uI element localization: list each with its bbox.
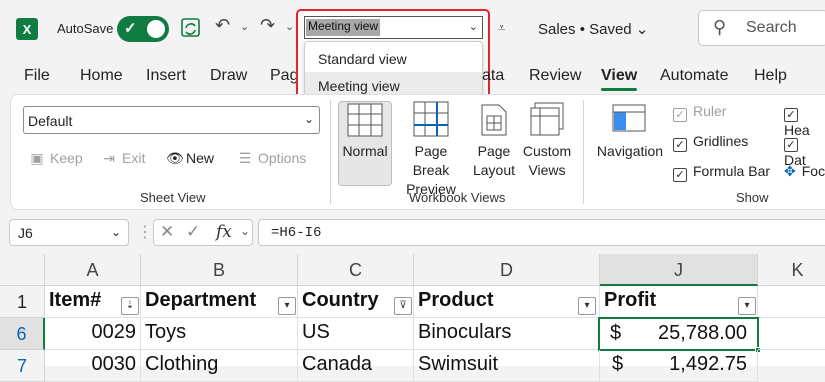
tab-home[interactable]: Home xyxy=(80,67,123,85)
tab-draw[interactable]: Draw xyxy=(210,67,247,85)
row-header-6[interactable]: 6 xyxy=(0,318,45,350)
normal-view-icon xyxy=(347,103,383,142)
search-icon: ⚲ xyxy=(713,17,727,37)
exit-button[interactable]: ⇥ Exit xyxy=(100,150,145,167)
more-options-icon[interactable]: ⋮ xyxy=(137,222,153,242)
column-header-b[interactable]: B xyxy=(141,254,298,286)
table-cell[interactable] xyxy=(758,318,825,350)
group-label-workbook-views: Workbook Views xyxy=(409,190,506,205)
navigation-pane-icon xyxy=(612,104,646,137)
undo-dropdown-icon[interactable]: ⌄ xyxy=(240,20,249,33)
sort-filter-icon[interactable]: ⇣ xyxy=(121,297,139,315)
redo-icon[interactable]: ↷ xyxy=(260,15,275,36)
cancel-icon[interactable]: ✕ xyxy=(160,222,174,242)
insert-function-icon[interactable]: fx xyxy=(216,222,232,242)
column-header-c[interactable]: C xyxy=(298,254,414,286)
navigation-button[interactable]: Navigation xyxy=(594,142,666,161)
chevron-down-icon: ⌄ xyxy=(468,21,478,33)
excel-logo-icon: X xyxy=(16,18,38,40)
normal-label: Normal xyxy=(342,143,388,159)
filter-dropdown-icon[interactable]: ▾ xyxy=(578,297,596,315)
column-header-d[interactable]: D xyxy=(414,254,600,286)
row-header-1[interactable]: 1 xyxy=(0,286,45,318)
formula-bar-checkbox[interactable]: ✓ Formula Bar xyxy=(673,163,770,182)
group-label-show: Show xyxy=(736,190,769,205)
page-layout-icon xyxy=(481,104,507,141)
table-header-cell[interactable]: Product xyxy=(414,286,600,318)
filter-dropdown-icon[interactable]: ▾ xyxy=(278,297,296,315)
row-header-7[interactable]: 7 xyxy=(0,350,45,382)
tab-view[interactable]: View xyxy=(601,67,637,85)
focus-cell-icon: ✥ xyxy=(784,163,796,179)
focus-cell-button[interactable]: ✥ Foc xyxy=(784,163,825,180)
table-cell[interactable]: Swimsuit xyxy=(414,350,600,382)
table-cell[interactable]: 0030 xyxy=(45,350,141,382)
column-header-j[interactable]: J xyxy=(600,254,758,286)
customize-toolbar-icon[interactable]: ⩡ xyxy=(498,20,505,36)
option-standard-view[interactable]: Standard view xyxy=(305,45,482,73)
table-header-cell[interactable]: Department xyxy=(141,286,298,318)
tab-review[interactable]: Review xyxy=(529,67,581,85)
view-select[interactable]: Meeting view ⌄ xyxy=(304,16,483,39)
formula-input[interactable]: =H6-I6 xyxy=(258,219,825,246)
filter-dropdown-icon[interactable]: ▾ xyxy=(738,297,756,315)
undo-icon[interactable]: ↶ xyxy=(215,15,230,36)
tab-page-layout[interactable]: Page xyxy=(270,67,296,85)
filter-applied-icon[interactable]: ⊽ xyxy=(394,297,412,315)
tab-insert[interactable]: Insert xyxy=(146,67,186,85)
sheet-view-select[interactable]: Default ⌄ xyxy=(23,106,320,134)
autosave-label: AutoSave xyxy=(57,21,114,36)
active-tab-indicator xyxy=(601,88,637,91)
exit-icon: ⇥ xyxy=(103,150,115,166)
page-break-preview-icon xyxy=(413,101,449,142)
options-button[interactable]: ☰ Options xyxy=(236,150,307,167)
tab-automate[interactable]: Automate xyxy=(660,67,728,85)
view-dropdown-menu: Standard view Meeting view xyxy=(304,41,483,100)
table-cell[interactable]: Clothing xyxy=(141,350,298,382)
table-cell[interactable]: Canada xyxy=(298,350,414,382)
name-box[interactable]: J6 ⌄ xyxy=(9,219,129,246)
tab-file[interactable]: File xyxy=(24,67,50,85)
selected-cell-j6[interactable]: $ 25,788.00 xyxy=(598,317,759,351)
gridlines-checkbox[interactable]: ✓ Gridlines xyxy=(673,133,748,152)
column-header-a[interactable]: A xyxy=(45,254,141,286)
eye-icon: 👁 xyxy=(166,150,184,166)
redo-dropdown-icon[interactable]: ⌄ xyxy=(285,20,294,33)
search-box[interactable]: ⚲ Search xyxy=(698,10,825,46)
custom-views-button[interactable]: Custom Views xyxy=(520,142,574,180)
table-cell[interactable]: Toys xyxy=(141,318,298,350)
keep-button[interactable]: ▣ Keep xyxy=(28,150,82,167)
tab-help[interactable]: Help xyxy=(754,67,787,85)
table-cell[interactable]: $ 1,492.75 xyxy=(600,350,758,382)
column-header-k[interactable]: K xyxy=(758,254,825,286)
new-button[interactable]: 👁 New xyxy=(166,150,214,167)
table-cell[interactable]: Binoculars xyxy=(414,318,600,350)
page-layout-button[interactable]: Page Layout xyxy=(470,142,518,180)
table-cell[interactable]: 0029 xyxy=(45,318,141,350)
ruler-checkbox[interactable]: ✓ Ruler xyxy=(673,103,726,122)
check-icon: ✓ xyxy=(124,20,137,37)
table-header-cell[interactable]: Profit xyxy=(600,286,758,318)
formula-actions: ✕ ✓ fx ⌄ xyxy=(153,219,253,246)
chevron-down-icon: ⌄ xyxy=(110,225,121,239)
table-cell[interactable] xyxy=(758,286,825,318)
chevron-down-icon[interactable]: ⌄ xyxy=(240,224,250,238)
table-cell[interactable]: US xyxy=(298,318,414,350)
tab-data-partial[interactable]: ata xyxy=(482,67,504,85)
save-sync-icon[interactable] xyxy=(180,17,202,44)
list-icon: ☰ xyxy=(238,150,252,166)
enter-icon[interactable]: ✓ xyxy=(186,222,200,242)
group-label-sheet-view: Sheet View xyxy=(140,190,206,205)
autosave-toggle[interactable]: ✓ xyxy=(117,16,169,42)
custom-views-icon xyxy=(530,102,564,141)
document-title[interactable]: Sales • Saved ⌄ xyxy=(538,20,648,38)
save-icon: ▣ xyxy=(30,150,44,166)
chevron-down-icon: ⌄ xyxy=(303,112,314,126)
select-all-corner[interactable] xyxy=(0,254,45,286)
